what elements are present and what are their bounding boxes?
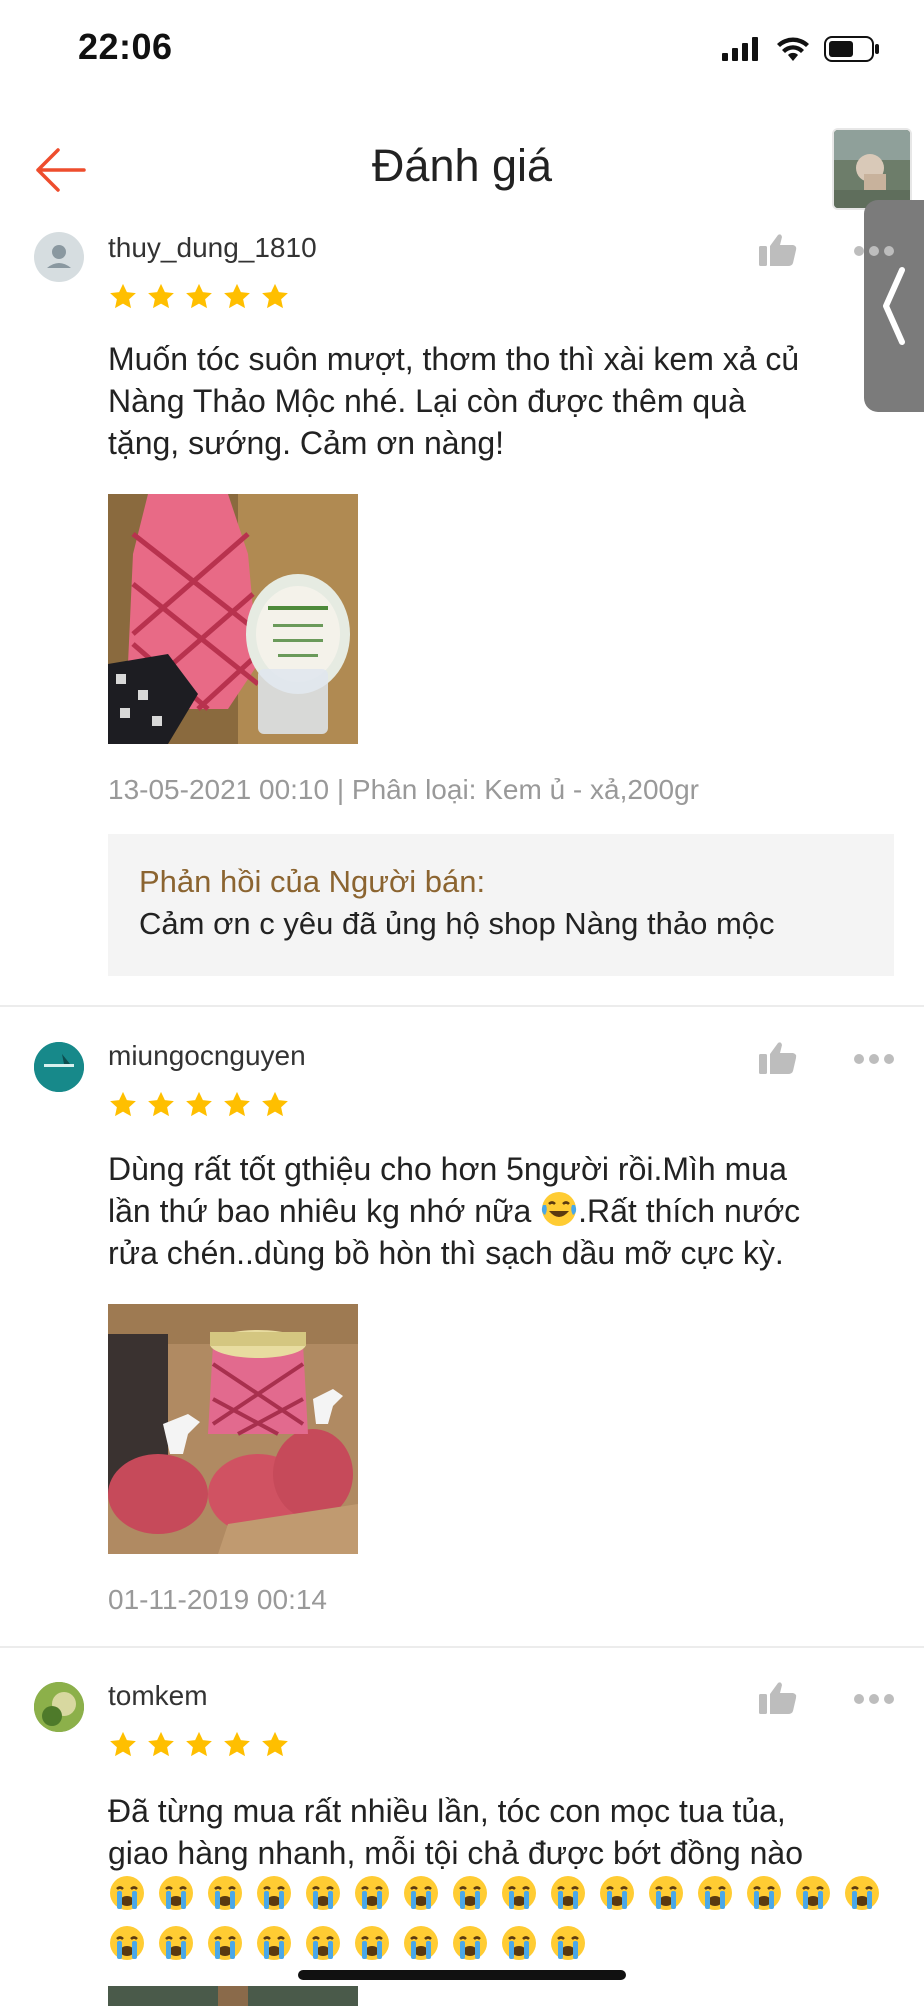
star-icon xyxy=(262,1091,288,1117)
avatar[interactable] xyxy=(34,232,84,282)
home-indicator xyxy=(298,1970,626,1980)
default-user-icon xyxy=(47,245,71,268)
avatar[interactable] xyxy=(34,1042,84,1092)
star-icon xyxy=(148,1731,174,1757)
star-icon xyxy=(110,283,136,309)
crying-face-emoji-icon xyxy=(355,1926,389,1960)
status-time: 22:06 xyxy=(78,26,173,67)
crying-face-emoji-icon xyxy=(453,1926,487,1960)
crying-face-emoji-icon xyxy=(306,1876,340,1910)
wifi-icon xyxy=(777,37,809,61)
review-text-line: Dùng rất tốt gthiệu cho hơn 5người rồi.M… xyxy=(108,1151,787,1187)
crying-face-emoji-icon xyxy=(159,1926,193,1960)
star-icon xyxy=(224,1091,250,1117)
star-icon xyxy=(148,1091,174,1117)
review-text-line: rửa chén..dùng bồ hòn thì sạch dầu mỡ cự… xyxy=(108,1235,784,1271)
review-text-line: lần thứ bao nhiêu kg nhớ nữa .Rất thích … xyxy=(108,1190,898,1232)
crying-face-emoji-icon xyxy=(551,1876,585,1910)
product-thumbnail[interactable] xyxy=(832,128,912,210)
star-icon xyxy=(148,283,174,309)
star-icon xyxy=(262,1731,288,1757)
crying-face-emoji-icon xyxy=(404,1926,438,1960)
more-options-icon[interactable] xyxy=(852,1052,896,1066)
crying-face-emoji-icon xyxy=(306,1926,340,1960)
status-icons xyxy=(722,36,880,62)
crying-face-emoji-icon xyxy=(845,1876,879,1910)
star-icon xyxy=(262,283,288,309)
star-rating xyxy=(108,1730,290,1760)
page-title: Đánh giá xyxy=(371,140,553,191)
crying-face-emoji-icon xyxy=(110,1926,144,1960)
crying-face-emoji-icon xyxy=(257,1926,291,1960)
crying-face-emoji-icon xyxy=(747,1876,781,1910)
review-text-fragment: lần thứ bao nhiêu kg nhớ nữa xyxy=(108,1193,541,1229)
seller-reply: Phản hồi của Người bán: Cảm ơn c yêu đã … xyxy=(108,834,894,976)
star-icon xyxy=(224,283,250,309)
crying-face-emoji-icon xyxy=(502,1876,536,1910)
star-icon xyxy=(186,1091,212,1117)
review-photo[interactable] xyxy=(108,1304,358,1554)
crying-face-emoji-icon xyxy=(453,1876,487,1910)
review-username: miungocnguyen xyxy=(108,1040,306,1071)
review-text-fragment: .Rất thích nước xyxy=(578,1193,801,1229)
like-icon[interactable] xyxy=(758,232,798,268)
battery-icon xyxy=(824,36,879,62)
crying-face-emoji-icon xyxy=(110,1876,144,1910)
crying-face-emoji-icon xyxy=(208,1876,242,1910)
header-bar: Đánh giá xyxy=(0,120,924,220)
like-icon[interactable] xyxy=(758,1680,798,1716)
star-icon xyxy=(110,1091,136,1117)
divider xyxy=(0,1646,924,1648)
review-text: Muốn tóc suôn mượt, thơm tho thì xài kem… xyxy=(108,341,800,461)
more-options-icon[interactable] xyxy=(852,244,896,258)
review-photo[interactable] xyxy=(108,494,358,744)
status-bar: 22:06 xyxy=(0,0,924,100)
review-username: tomkem xyxy=(108,1680,208,1711)
review-username: thuy_dung_1810 xyxy=(108,232,317,263)
review-text: Đã từng mua rất nhiều lần, tóc con mọc t… xyxy=(108,1793,803,1871)
star-icon xyxy=(224,1731,250,1757)
star-rating xyxy=(108,282,290,312)
crying-face-emoji-icon xyxy=(257,1876,291,1910)
crying-face-emoji-icon xyxy=(159,1876,193,1910)
review-photo[interactable] xyxy=(108,1986,358,2006)
crying-face-emoji-icon xyxy=(208,1926,242,1960)
star-rating xyxy=(108,1090,290,1120)
review-meta: 01-11-2019 00:14 xyxy=(108,1584,327,1615)
crying-face-emoji-icon xyxy=(698,1876,732,1910)
signal-icon xyxy=(722,37,758,61)
laughing-tears-emoji-icon xyxy=(542,1192,577,1226)
star-icon xyxy=(110,1731,136,1757)
divider xyxy=(0,1005,924,1007)
crying-face-emoji-icon xyxy=(404,1876,438,1910)
crying-face-emoji-icon xyxy=(502,1926,536,1960)
crying-face-emoji-icon xyxy=(551,1926,585,1960)
review-meta: 13-05-2021 00:10 | Phân loại: Kem ủ - xả… xyxy=(108,774,699,805)
crying-face-emoji-icon xyxy=(649,1876,683,1910)
star-icon xyxy=(186,283,212,309)
star-icon xyxy=(186,1731,212,1757)
more-options-icon[interactable] xyxy=(852,1692,896,1706)
crying-face-emoji-icon xyxy=(355,1876,389,1910)
seller-reply-label: Phản hồi của Người bán: xyxy=(139,864,486,899)
like-icon[interactable] xyxy=(758,1040,798,1076)
avatar[interactable] xyxy=(34,1682,84,1732)
chevron-left-icon xyxy=(883,267,905,345)
crying-face-emoji-icon xyxy=(796,1876,830,1910)
crying-face-emoji-icon xyxy=(600,1876,634,1910)
review-text: Dùng rất tốt gthiệu cho hơn 5người rồi.M… xyxy=(108,1148,898,1274)
crying-emoji-row xyxy=(108,1874,908,1974)
seller-reply-text: Cảm ơn c yêu đã ủng hộ shop Nàng thảo mộ… xyxy=(139,906,775,941)
